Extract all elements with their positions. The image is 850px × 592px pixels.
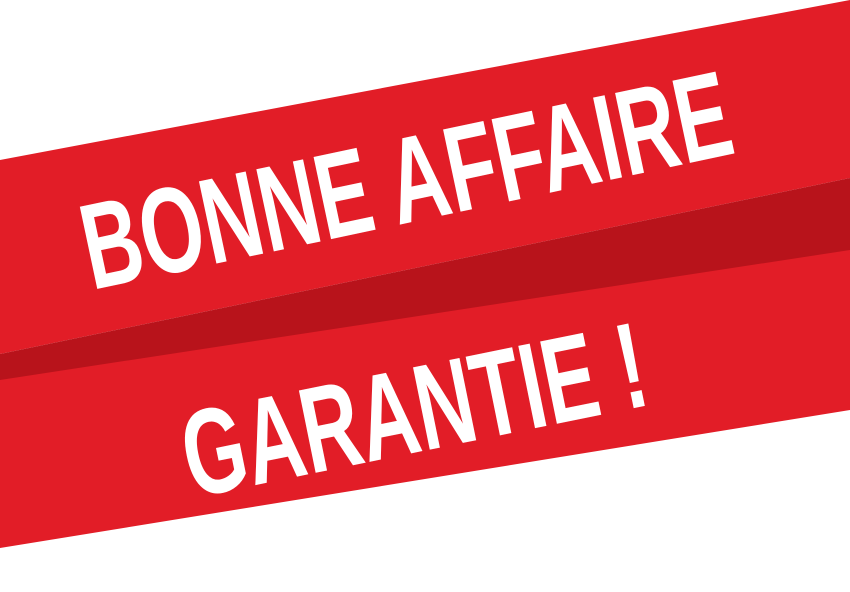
promo-banner: BONNE AFFAIRE GARANTIE ! xyxy=(0,0,850,592)
ribbon-graphic: BONNE AFFAIRE GARANTIE ! xyxy=(0,0,850,548)
